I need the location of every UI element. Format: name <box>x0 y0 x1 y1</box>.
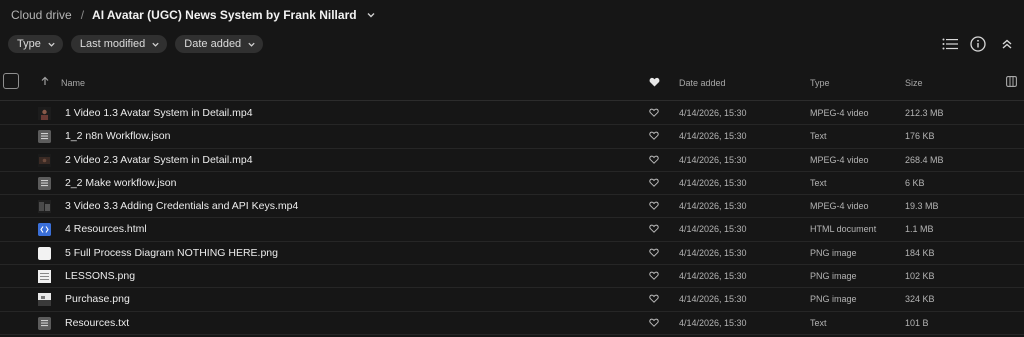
type-cell: Text <box>810 131 827 142</box>
file-name[interactable]: 4 Resources.html <box>65 223 147 235</box>
size-cell: 19.3 MB <box>905 201 939 212</box>
filter-bar: Type Last modified Date added <box>8 35 264 53</box>
table-row[interactable]: 3 Video 3.3 Adding Credentials and API K… <box>0 195 1024 219</box>
favorite-heart-icon[interactable] <box>649 178 659 190</box>
table-row[interactable]: 2 Video 2.3 Avatar System in Detail.mp4 … <box>0 149 1024 172</box>
size-cell: 1.1 MB <box>905 224 934 235</box>
info-icon[interactable] <box>968 34 988 54</box>
table-row[interactable]: 4 Resources.html 4/14/2026, 15:30 HTML d… <box>0 218 1024 242</box>
size-cell: 6 KB <box>905 177 925 188</box>
date-added-cell: 4/14/2026, 15:30 <box>679 224 747 235</box>
table-row[interactable]: Resources.txt 4/14/2026, 15:30 Text 101 … <box>0 312 1024 335</box>
file-name[interactable]: 3 Video 3.3 Adding Credentials and API K… <box>65 200 298 212</box>
text-file-icon <box>38 130 51 144</box>
date-added-cell: 4/14/2026, 15:30 <box>679 154 747 165</box>
table-row[interactable]: 5 Full Process Diagram NOTHING HERE.png … <box>0 242 1024 266</box>
date-added-cell: 4/14/2026, 15:30 <box>679 317 747 328</box>
filter-date-added[interactable]: Date added <box>175 35 264 53</box>
html-file-icon <box>38 223 51 237</box>
size-cell: 212.3 MB <box>905 108 944 118</box>
favorite-heart-icon[interactable] <box>649 294 659 306</box>
file-list: 1 Video 1.3 Avatar System in Detail.mp4 … <box>0 102 1024 335</box>
type-cell: PNG image <box>810 294 857 305</box>
table-row[interactable]: Purchase.png 4/14/2026, 15:30 PNG image … <box>0 288 1024 312</box>
image-thumbnail-icon <box>38 293 51 307</box>
type-cell: PNG image <box>810 271 857 282</box>
breadcrumb-root[interactable]: Cloud drive <box>11 8 72 22</box>
chevron-down-icon <box>152 42 159 47</box>
favorite-heart-icon[interactable] <box>649 248 659 260</box>
filter-last-modified[interactable]: Last modified <box>70 35 168 53</box>
chevron-down-icon[interactable] <box>366 10 376 20</box>
image-thumbnail-icon <box>38 246 51 260</box>
type-cell: MPEG-4 video <box>810 108 869 118</box>
date-added-cell: 4/14/2026, 15:30 <box>679 201 747 212</box>
text-file-icon <box>38 176 51 190</box>
file-name[interactable]: 2_2 Make workflow.json <box>65 177 176 189</box>
column-header-name[interactable]: Name <box>61 78 85 88</box>
favorite-heart-icon[interactable] <box>649 224 659 236</box>
date-added-cell: 4/14/2026, 15:30 <box>679 247 747 258</box>
size-cell: 184 KB <box>905 247 935 258</box>
table-row[interactable]: LESSONS.png 4/14/2026, 15:30 PNG image 1… <box>0 265 1024 289</box>
columns-settings-icon[interactable] <box>1006 76 1017 89</box>
file-name[interactable]: 1 Video 1.3 Avatar System in Detail.mp4 <box>65 107 253 119</box>
favorite-heart-icon[interactable] <box>649 155 659 167</box>
column-header-type[interactable]: Type <box>810 78 830 88</box>
type-cell: HTML document <box>810 224 877 235</box>
size-cell: 324 KB <box>905 294 935 305</box>
favorites-column-heart-icon[interactable] <box>649 77 660 89</box>
list-view-icon[interactable] <box>940 34 960 54</box>
text-file-icon <box>38 316 51 330</box>
date-added-cell: 4/14/2026, 15:30 <box>679 177 747 188</box>
file-name[interactable]: Purchase.png <box>65 293 130 305</box>
file-name[interactable]: 1_2 n8n Workflow.json <box>65 130 170 142</box>
image-thumbnail-icon <box>38 270 51 284</box>
folder-title[interactable]: AI Avatar (UGC) News System by Frank Nil… <box>92 8 357 22</box>
breadcrumb-separator: / <box>80 8 85 22</box>
file-name[interactable]: LESSONS.png <box>65 270 135 282</box>
favorite-heart-icon[interactable] <box>649 271 659 283</box>
collapse-icon[interactable] <box>997 34 1017 54</box>
video-thumbnail-icon <box>38 200 51 214</box>
type-cell: Text <box>810 177 827 188</box>
file-name[interactable]: Resources.txt <box>65 317 129 329</box>
filter-label: Type <box>17 38 41 50</box>
date-added-cell: 4/14/2026, 15:30 <box>679 271 747 282</box>
column-header-size[interactable]: Size <box>905 78 923 88</box>
size-cell: 102 KB <box>905 271 935 282</box>
favorite-heart-icon[interactable] <box>649 108 659 120</box>
table-row[interactable]: 1_2 n8n Workflow.json 4/14/2026, 15:30 T… <box>0 125 1024 149</box>
file-name[interactable]: 5 Full Process Diagram NOTHING HERE.png <box>65 247 278 259</box>
date-added-cell: 4/14/2026, 15:30 <box>679 131 747 142</box>
favorite-heart-icon[interactable] <box>649 201 659 213</box>
filter-label: Last modified <box>79 38 146 50</box>
size-cell: 176 KB <box>905 131 935 142</box>
date-added-cell: 4/14/2026, 15:30 <box>679 108 747 118</box>
favorite-heart-icon[interactable] <box>649 131 659 143</box>
size-cell: 101 B <box>905 317 929 328</box>
favorite-heart-icon[interactable] <box>649 318 659 330</box>
column-header-date-added[interactable]: Date added <box>679 78 726 88</box>
video-thumbnail-icon <box>38 153 51 167</box>
type-cell: PNG image <box>810 247 857 258</box>
select-all-checkbox[interactable] <box>3 73 19 89</box>
table-header: Name Date added Type Size <box>0 70 1024 101</box>
filter-label: Date added <box>184 38 242 50</box>
chevron-down-icon <box>48 42 55 47</box>
table-row[interactable]: 2_2 Make workflow.json 4/14/2026, 15:30 … <box>0 172 1024 196</box>
chevron-down-icon <box>248 42 255 47</box>
file-name[interactable]: 2 Video 2.3 Avatar System in Detail.mp4 <box>65 154 253 166</box>
table-row[interactable]: 1 Video 1.3 Avatar System in Detail.mp4 … <box>0 102 1024 126</box>
type-cell: MPEG-4 video <box>810 201 869 212</box>
filter-type[interactable]: Type <box>8 35 63 53</box>
type-cell: MPEG-4 video <box>810 154 869 165</box>
size-cell: 268.4 MB <box>905 154 944 165</box>
breadcrumb: Cloud drive / AI Avatar (UGC) News Syste… <box>11 6 376 24</box>
type-cell: Text <box>810 317 827 328</box>
sort-arrow-up-icon[interactable] <box>40 76 50 88</box>
date-added-cell: 4/14/2026, 15:30 <box>679 294 747 305</box>
video-thumbnail-icon <box>38 107 51 120</box>
